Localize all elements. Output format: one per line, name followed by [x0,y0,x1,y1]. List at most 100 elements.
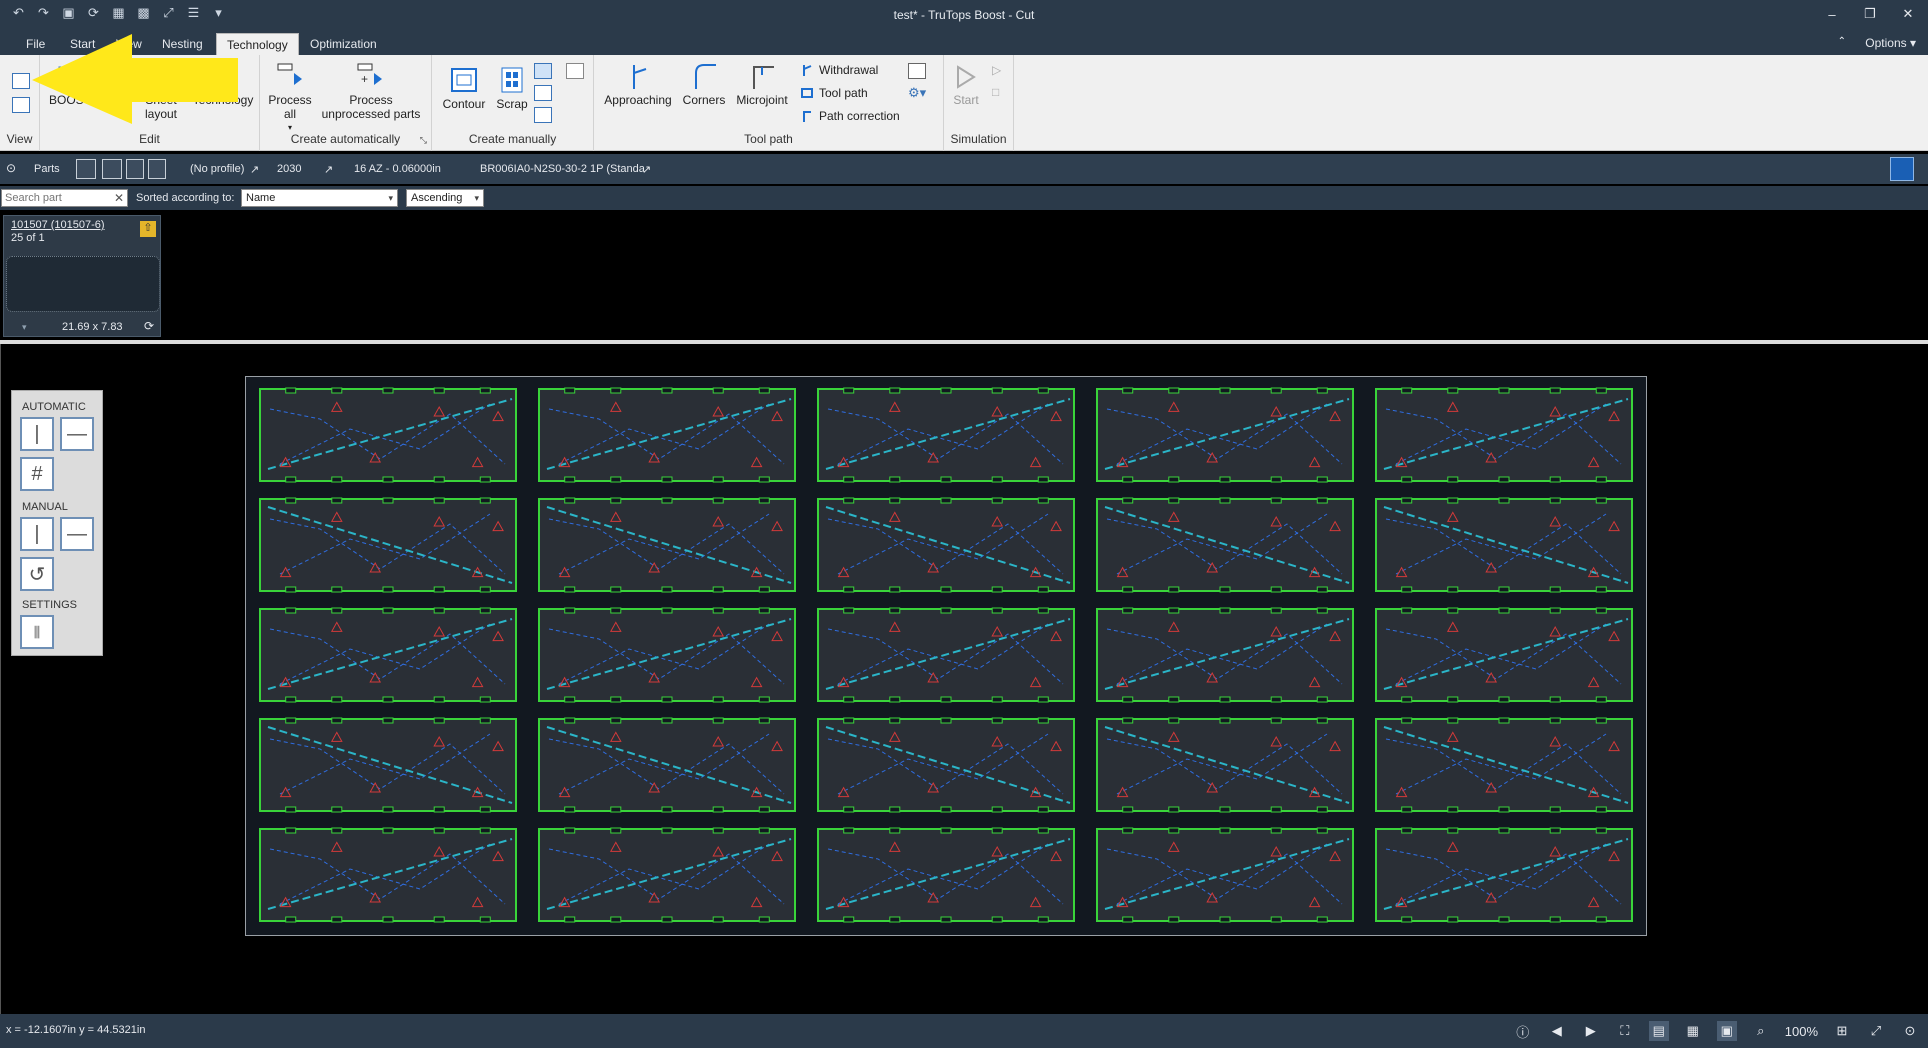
nested-part[interactable] [817,827,1075,923]
sort-by-select[interactable]: Name ▾ [241,189,398,207]
nested-part[interactable] [1096,497,1354,593]
tab-optimization[interactable]: Optimization [300,33,387,55]
table-link-icon[interactable]: ↗ [642,163,651,176]
view-grid-icon[interactable] [12,73,30,89]
nested-part[interactable] [1375,717,1633,813]
auto-horizontal-split-button[interactable]: — [60,417,94,451]
next-icon[interactable]: ▶ [1581,1021,1601,1041]
tab-technology[interactable]: Technology [216,33,299,55]
path-correction-button[interactable]: Path correction [800,109,900,123]
nested-part[interactable] [1096,387,1354,483]
nested-part[interactable] [1096,827,1354,923]
split-settings-button[interactable]: ⫼ [20,615,54,649]
tab-start[interactable]: Start [60,33,105,55]
nested-part[interactable] [538,827,796,923]
approaching-button[interactable]: Approaching [602,61,674,107]
nested-part[interactable] [1375,607,1633,703]
zoom-icon[interactable]: ⌕ [1751,1021,1771,1041]
tool-path-button[interactable]: Tool path [800,86,868,100]
view-list-icon[interactable] [12,97,30,113]
nested-part[interactable] [259,717,517,813]
process-unprocessed-button[interactable]: + Process unprocessed parts [314,61,428,121]
table-value[interactable]: BR006IA0-N2S0-30-2 1P (Standa [480,163,645,175]
nested-part[interactable] [259,497,517,593]
part-expand-icon[interactable]: ▾ [22,322,27,333]
settings-icon[interactable]: ⊙ [1900,1021,1920,1041]
minimize-icon[interactable]: – [1822,4,1842,24]
pen-icon[interactable]: ⤢ [1866,1021,1886,1041]
sheet-layout-button[interactable]: Sheet layout [138,61,184,121]
nested-part[interactable] [1096,717,1354,813]
simulation-start-button[interactable]: Start [948,61,984,107]
nested-part[interactable] [259,387,517,483]
nested-part[interactable] [538,717,796,813]
nested-part[interactable] [1096,607,1354,703]
refresh-icon[interactable]: ⟳ [144,319,154,333]
fit-view-icon[interactable]: ⛶ [1615,1021,1635,1041]
restore-icon[interactable]: ❐ [1860,4,1880,24]
nested-part[interactable] [817,387,1075,483]
nested-part[interactable] [538,387,796,483]
nested-part[interactable] [1375,387,1633,483]
boost-button[interactable]: BOOST [48,61,92,107]
corners-button[interactable]: Corners [680,61,728,107]
manual-tool-2-icon[interactable] [534,85,552,101]
tab-nesting[interactable]: Nesting [152,33,213,55]
grid-view-icon[interactable]: ▦ [1683,1021,1703,1041]
layout-icon[interactable]: ▤ [1648,1021,1669,1041]
previous-icon[interactable]: ◀ [1547,1021,1567,1041]
undo-split-button[interactable]: ↺ [20,557,54,591]
tool-path-options-icon[interactable] [908,63,926,79]
list-icon[interactable] [126,159,144,179]
dialog-launcher-icon[interactable]: ⤡ [420,135,427,146]
manual-tool-4-icon[interactable] [566,63,584,79]
manual-tool-1-icon[interactable] [534,63,552,79]
upload-icon[interactable]: ⇧ [140,221,156,237]
manual-horizontal-split-button[interactable]: — [60,517,94,551]
tab-file[interactable]: File [16,33,55,55]
technology-button[interactable]: Technology [190,61,256,107]
profile-link-icon[interactable]: ↗ [250,163,259,176]
step-play-icon[interactable]: ▷ [992,63,1001,77]
collapse-ribbon-icon[interactable]: ⌃ [1838,36,1846,47]
collapse-parts-icon[interactable]: ⊙ [6,161,16,175]
clear-search-icon[interactable]: ✕ [114,191,124,205]
nesting-canvas[interactable]: AUTOMATIC | — # MANUAL | — ↺ SETTINGS ⫼ [0,344,1928,1014]
nested-part[interactable] [538,607,796,703]
part-card[interactable]: 101507 (101507-6) 25 of 1 ⇧ ▾ 21.69 x 7.… [3,215,161,337]
parts-label[interactable]: Parts [34,163,60,175]
nested-part[interactable] [1375,497,1633,593]
part-name[interactable]: 101507 (101507-6) [11,219,105,231]
nested-part[interactable] [1375,827,1633,923]
tab-view[interactable]: View [106,33,152,55]
thickness-value[interactable]: 16 AZ - 0.06000in [354,163,441,175]
material-value[interactable]: 2030 [277,163,301,175]
options-menu[interactable]: Options ▾ [1865,36,1916,50]
process-all-button[interactable]: Process all ▾ [268,61,312,135]
sort-order-select[interactable]: Ascending ▾ [406,189,484,207]
auto-vertical-split-button[interactable]: | [20,417,54,451]
withdrawal-button[interactable]: Withdrawal [800,63,878,77]
manual-tool-3-icon[interactable] [534,107,552,123]
nested-part[interactable] [259,827,517,923]
info-icon[interactable]: ⓘ [1513,1021,1533,1041]
nested-part[interactable] [817,717,1075,813]
material-link-icon[interactable]: ↗ [324,163,333,176]
nested-part[interactable] [259,607,517,703]
machine-icon[interactable] [76,159,96,179]
sheet-preview-icon[interactable] [1890,157,1914,181]
auto-grid-split-button[interactable]: # [20,457,54,491]
nested-part[interactable] [817,497,1075,593]
scrap-button[interactable]: Scrap [492,65,532,111]
tool-path-settings-icon[interactable]: ⚙▾ [908,85,926,101]
document-icon[interactable] [102,159,122,179]
zoom-level[interactable]: 100% [1785,1021,1818,1041]
stop-icon[interactable]: □ [992,85,999,99]
columns-icon[interactable] [148,159,166,179]
close-icon[interactable]: ✕ [1898,4,1918,24]
microjoint-button[interactable]: Microjoint [732,61,792,107]
nested-part[interactable] [817,607,1075,703]
profile-value[interactable]: (No profile) [190,163,244,175]
manual-vertical-split-button[interactable]: | [20,517,54,551]
search-input[interactable] [1,189,128,207]
